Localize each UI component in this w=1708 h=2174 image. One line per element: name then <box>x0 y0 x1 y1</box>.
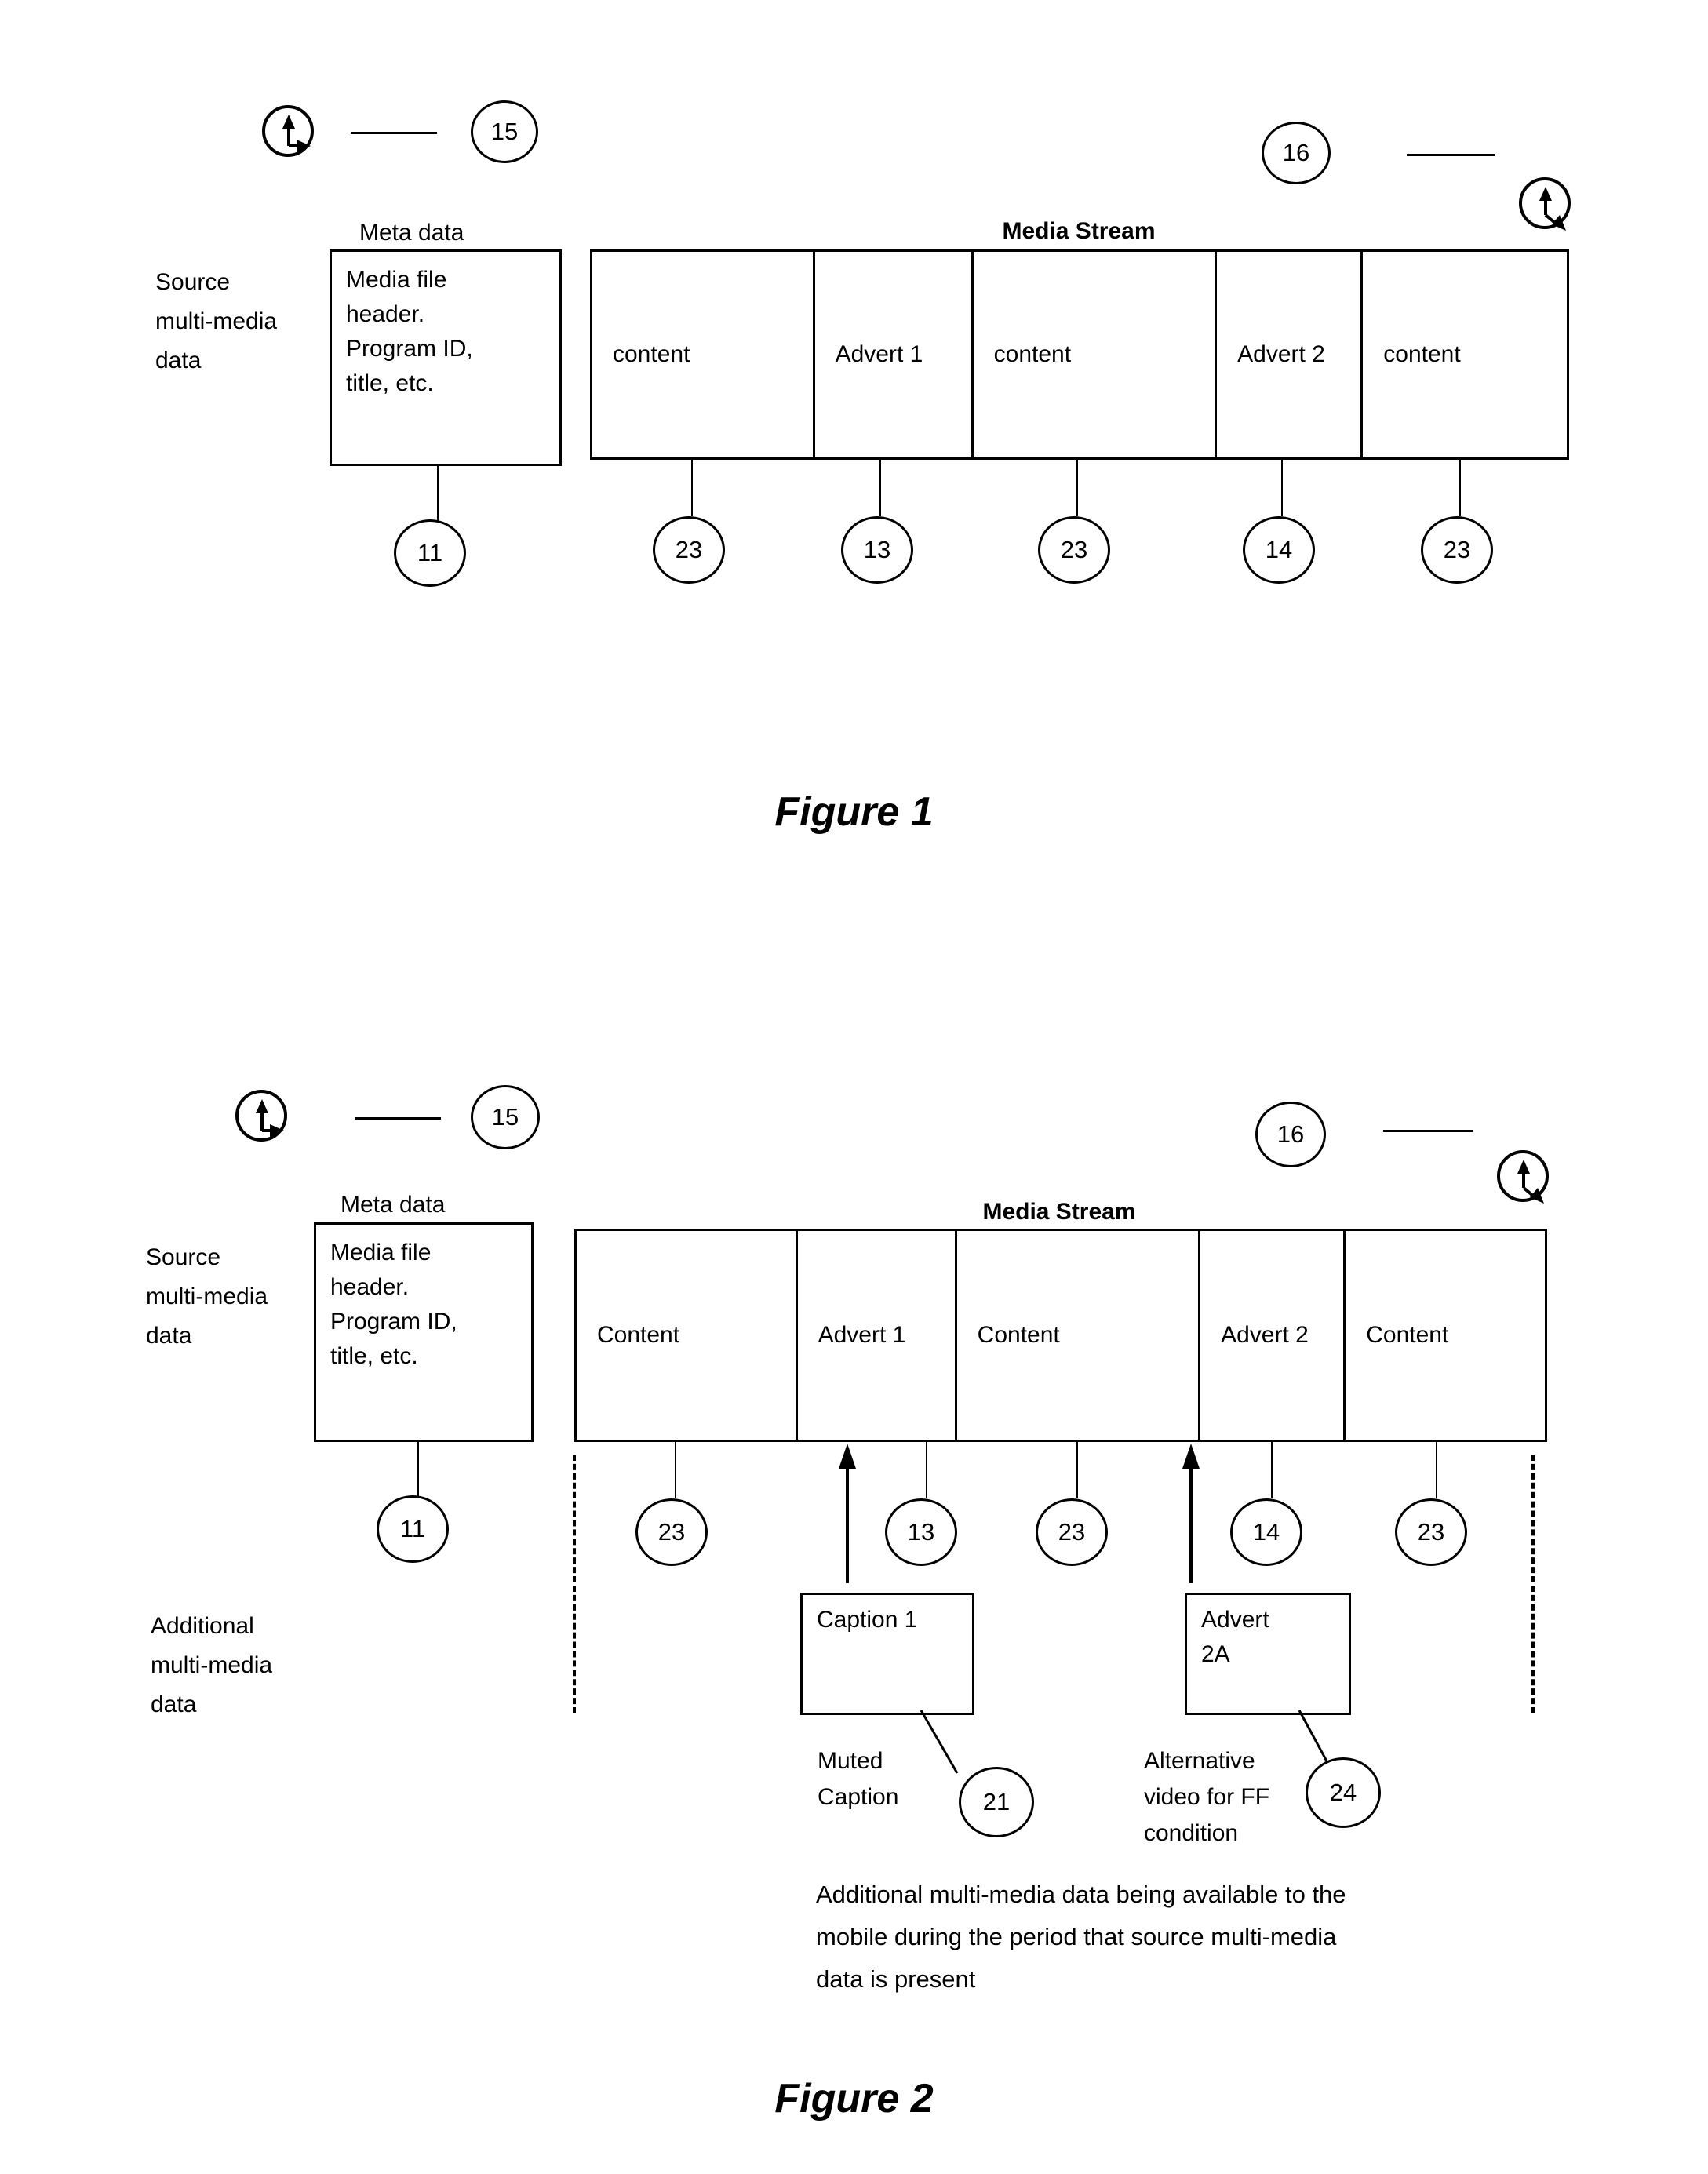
leader-line-segment <box>1281 460 1283 516</box>
leader-line-segment <box>1271 1442 1273 1498</box>
ref-number-11-fig2: 11 <box>377 1495 449 1563</box>
stream-segment: content <box>1383 341 1461 367</box>
stream-segment: Advert 2 <box>1217 252 1364 457</box>
ref-number-23-fig2-b: 23 <box>1036 1498 1108 1566</box>
leader-line-segment <box>1436 1442 1437 1498</box>
stream-segment: Content <box>577 1231 798 1440</box>
stream-segment: Content <box>957 1231 1201 1440</box>
ref-number-23-fig2-a: 23 <box>635 1498 708 1566</box>
marker-link-line-left <box>351 132 437 134</box>
media-stream-title-fig1: Media Stream <box>1002 218 1156 244</box>
figure-2: 15 16 Source multi-media data Meta data … <box>0 0 1708 2121</box>
leader-line-segment <box>675 1442 676 1498</box>
period-boundary-left <box>573 1455 576 1713</box>
marker-link-line-right <box>1383 1130 1473 1132</box>
leader-line-meta-fig1 <box>437 466 439 521</box>
source-data-label-fig1: Source multi-media data <box>155 269 278 373</box>
additional-data-label-fig2: Additional multi-media data <box>151 1613 273 1717</box>
leader-line-segment <box>1076 460 1078 516</box>
ref-number-15-fig1: 15 <box>471 100 538 163</box>
source-data-label-fig2: Source multi-media data <box>146 1244 268 1349</box>
ref-number-23-fig1-a: 23 <box>653 516 725 584</box>
bent-arrow-icon <box>1497 1150 1549 1204</box>
stream-segment: Advert 1 <box>798 1231 957 1440</box>
insert-arrow-advert2a <box>1175 1442 1207 1583</box>
stream-segment: Advert 2 <box>1200 1231 1346 1440</box>
caption-1-box: Caption 1 <box>800 1593 974 1715</box>
ref-number-24: 24 <box>1306 1757 1381 1828</box>
ref-number-13-fig2: 13 <box>885 1498 957 1566</box>
meta-data-box-fig1: Media file header. Program ID, title, et… <box>330 249 562 466</box>
media-stream-title-fig2: Media Stream <box>982 1199 1136 1225</box>
leader-line-segment <box>1459 460 1461 516</box>
bent-arrow-icon <box>262 105 314 157</box>
stream-segment: Advert 1 <box>815 252 974 457</box>
bent-arrow-icon <box>235 1090 287 1142</box>
ref-number-13-fig1: 13 <box>841 516 913 584</box>
leader-line-segment <box>926 1442 927 1498</box>
ref-number-23-fig1-b: 23 <box>1038 516 1110 584</box>
ref-number-16-fig2: 16 <box>1255 1102 1326 1167</box>
marker-link-line-left <box>355 1117 441 1120</box>
ref-number-23-fig2-c: 23 <box>1395 1498 1467 1566</box>
figure-2-caption: Figure 2 <box>774 2076 934 2121</box>
ref-number-15-fig2: 15 <box>471 1085 540 1149</box>
leader-line-segment <box>691 460 693 516</box>
meta-data-title-fig1: Meta data <box>359 220 464 246</box>
ref-number-14-fig2: 14 <box>1230 1498 1302 1566</box>
leader-line-segment <box>879 460 881 516</box>
ref-number-23-fig1-c: 23 <box>1421 516 1493 584</box>
ref-number-11-fig1: 11 <box>394 519 466 587</box>
marker-link-line-right <box>1407 154 1495 156</box>
stream-segment: content <box>592 252 815 457</box>
meta-data-box-fig2: Media file header. Program ID, title, et… <box>314 1222 534 1442</box>
stream-segment: content <box>974 252 1218 457</box>
leader-line-segment <box>1076 1442 1078 1498</box>
ref-number-16-fig1: 16 <box>1262 122 1331 184</box>
ref-number-14-fig1: 14 <box>1243 516 1315 584</box>
stream-segment: Content <box>1366 1322 1449 1348</box>
media-stream-box-fig2: Content Advert 1 Content Advert 2 Conten… <box>574 1229 1547 1442</box>
insert-arrow-caption1 <box>832 1442 863 1583</box>
media-stream-box-fig1: content Advert 1 content Advert 2 conten… <box>590 249 1569 460</box>
meta-data-title-fig2: Meta data <box>341 1192 446 1218</box>
period-boundary-right <box>1531 1455 1535 1713</box>
advert-2a-box: Advert 2A <box>1185 1593 1351 1715</box>
ref-number-21: 21 <box>959 1767 1034 1837</box>
figure-1-caption: Figure 1 <box>774 789 934 835</box>
leader-line-meta-fig2 <box>417 1442 419 1497</box>
additional-data-note: Additional multi-media data being availa… <box>816 1881 1346 1993</box>
